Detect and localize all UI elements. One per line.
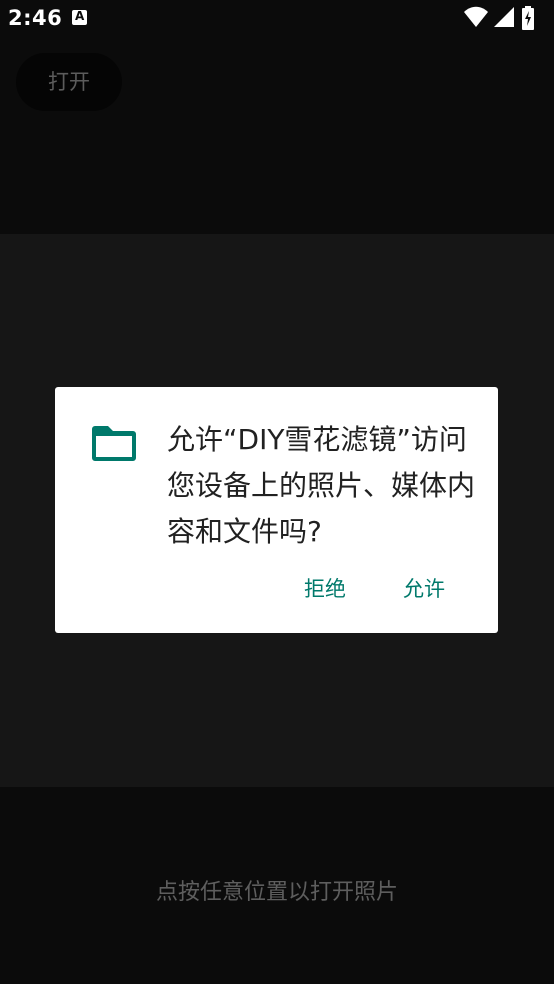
folder-icon (92, 426, 136, 461)
status-icons (464, 6, 544, 30)
open-photo-hint[interactable]: 点按任意位置以打开照片 (0, 874, 554, 906)
battery-charging-icon (522, 6, 534, 30)
wifi-icon (464, 6, 488, 27)
permission-dialog: 允许“DIY雪花滤镜”访问您设备上的照片、媒体内容和文件吗? 拒绝 允许 (55, 387, 498, 633)
allow-button[interactable]: 允许 (403, 573, 445, 603)
deny-button[interactable]: 拒绝 (304, 573, 346, 603)
open-button[interactable]: 打开 (16, 53, 122, 111)
status-time: 2:46 (8, 6, 63, 30)
permission-message: 允许“DIY雪花滤镜”访问您设备上的照片、媒体内容和文件吗? (167, 423, 476, 548)
screen: 2:46 打开 点按任意位置以打开照片 允许“DIY雪花滤镜”访问您设备上的照片… (0, 0, 554, 984)
status-bar: 2:46 (0, 0, 554, 38)
signal-icon (494, 7, 514, 27)
notification-a-icon (72, 9, 87, 25)
